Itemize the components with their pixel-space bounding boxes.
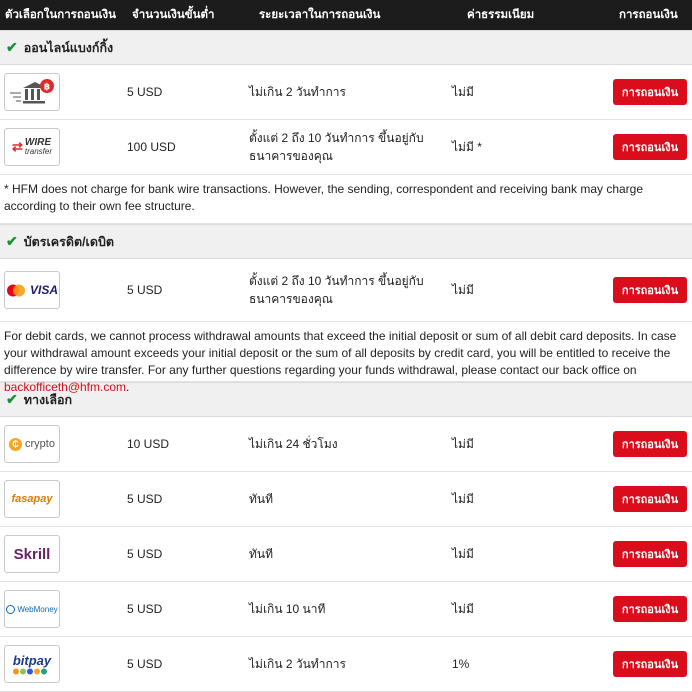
fee: ไม่มี — [452, 282, 474, 297]
bank-transfer-icon: ฿ — [10, 79, 54, 104]
processing-time: ตั้งแต่ 2 ถึง 10 วันทำการ ขึ้นอยู่กับธนา… — [249, 131, 424, 163]
webmoney-logo: WebMoney — [4, 590, 60, 628]
bitpay-logo: bitpay — [4, 645, 60, 683]
header-option: ตัวเลือกในการถอนเงิน — [5, 9, 116, 21]
withdraw-button[interactable]: การถอนเงิน — [613, 596, 687, 622]
fee: ไม่มี — [452, 436, 474, 451]
skrill-logo: Skrill — [4, 535, 60, 573]
processing-time: ไม่เกิน 2 วันทำการ — [249, 85, 346, 99]
fee: 1% — [452, 657, 470, 671]
card-logo: VISA — [4, 271, 60, 309]
crypto-coin-icon: ₵ — [9, 437, 23, 451]
section-title: บัตรเครดิต/เดบิต — [23, 234, 114, 249]
processing-time: ไม่เกิน 2 วันทำการ — [249, 657, 346, 671]
table-row: ฿ 5 USD ไม่เกิน 2 วันทำการ ไม่มี การถอนเ… — [0, 65, 692, 120]
fee: ไม่มี — [452, 601, 474, 616]
check-icon: ✔ — [6, 233, 18, 249]
crypto-coins-icon — [13, 668, 47, 674]
header-withdraw: การถอนเงิน — [619, 9, 678, 21]
table-row: VISA 5 USD ตั้งแต่ 2 ถึง 10 วันทำการ ขึ้… — [0, 259, 692, 322]
withdraw-button[interactable]: การถอนเงิน — [613, 431, 687, 457]
table-row: fasapay 5 USD ทันที ไม่มี การถอนเงิน — [0, 472, 692, 527]
min-amount: 5 USD — [127, 283, 163, 297]
section-cards: ✔ บัตรเครดิต/เดบิต — [0, 224, 692, 259]
section-online-banking: ✔ ออนไลน์แบงก์กิ้ง — [0, 30, 692, 65]
fee: ไม่มี * — [452, 139, 482, 154]
processing-time: ตั้งแต่ 2 ถึง 10 วันทำการ ขึ้นอยู่กับธนา… — [249, 274, 424, 306]
fee: ไม่มี — [452, 546, 474, 561]
min-amount: 5 USD — [127, 657, 163, 671]
table-header: ตัวเลือกในการถอนเงิน จำนวนเงินขั้นต่ำ ระ… — [0, 0, 692, 30]
processing-time: ทันที — [249, 492, 274, 506]
wire-transfer-logo: ⇄ WIRE transfer — [4, 128, 60, 166]
min-amount: 10 USD — [127, 437, 170, 451]
header-fee: ค่าธรรมเนียม — [467, 9, 535, 21]
processing-time: ทันที — [249, 547, 274, 561]
table-row: ₵ crypto 10 USD ไม่เกิน 24 ชั่วโมง ไม่มี… — [0, 417, 692, 472]
withdraw-button[interactable]: การถอนเงิน — [613, 134, 687, 160]
card-note: For debit cards, we cannot process withd… — [0, 322, 692, 394]
min-amount: 5 USD — [127, 602, 163, 616]
section-title: ออนไลน์แบงก์กิ้ง — [23, 40, 114, 55]
fee: ไม่มี — [452, 491, 474, 506]
min-amount: 5 USD — [127, 85, 163, 99]
header-time: ระยะเวลาในการถอนเงิน — [259, 9, 381, 21]
fee: ไม่มี — [452, 84, 474, 99]
table-row: WebMoney 5 USD ไม่เกิน 10 นาที ไม่มี การ… — [0, 582, 692, 637]
header-min-amount: จำนวนเงินขั้นต่ำ — [132, 9, 215, 21]
check-icon: ✔ — [6, 39, 18, 55]
withdraw-button[interactable]: การถอนเงิน — [613, 277, 687, 303]
processing-time: ไม่เกิน 10 นาที — [249, 602, 326, 616]
withdraw-button[interactable]: การถอนเงิน — [613, 541, 687, 567]
webmoney-globe-icon — [6, 604, 16, 614]
processing-time: ไม่เกิน 24 ชั่วโมง — [249, 437, 338, 451]
fasapay-logo: fasapay — [4, 480, 60, 518]
min-amount: 5 USD — [127, 492, 163, 506]
withdraw-button[interactable]: การถอนเงิน — [613, 486, 687, 512]
check-icon: ✔ — [6, 391, 18, 407]
withdraw-button[interactable]: การถอนเงิน — [613, 79, 687, 105]
withdraw-button[interactable]: การถอนเงิน — [613, 651, 687, 677]
table-row: bitpay 5 USD ไม่เกิน 2 วันทำการ 1% การถอ… — [0, 637, 692, 692]
svg-text:฿: ฿ — [44, 83, 50, 93]
section-title: ทางเลือก — [23, 392, 73, 407]
table-row: Skrill 5 USD ทันที ไม่มี การถอนเงิน — [0, 527, 692, 582]
wire-arrows-icon: ⇄ — [11, 139, 23, 154]
wire-note: * HFM does not charge for bank wire tran… — [0, 175, 692, 224]
bank-transfer-logo: ฿ — [4, 73, 60, 111]
table-row: ⇄ WIRE transfer 100 USD ตั้งแต่ 2 ถึง 10… — [0, 120, 692, 175]
min-amount: 100 USD — [127, 140, 176, 154]
mastercard-icon — [6, 284, 25, 296]
crypto-logo: ₵ crypto — [4, 425, 60, 463]
min-amount: 5 USD — [127, 547, 163, 561]
